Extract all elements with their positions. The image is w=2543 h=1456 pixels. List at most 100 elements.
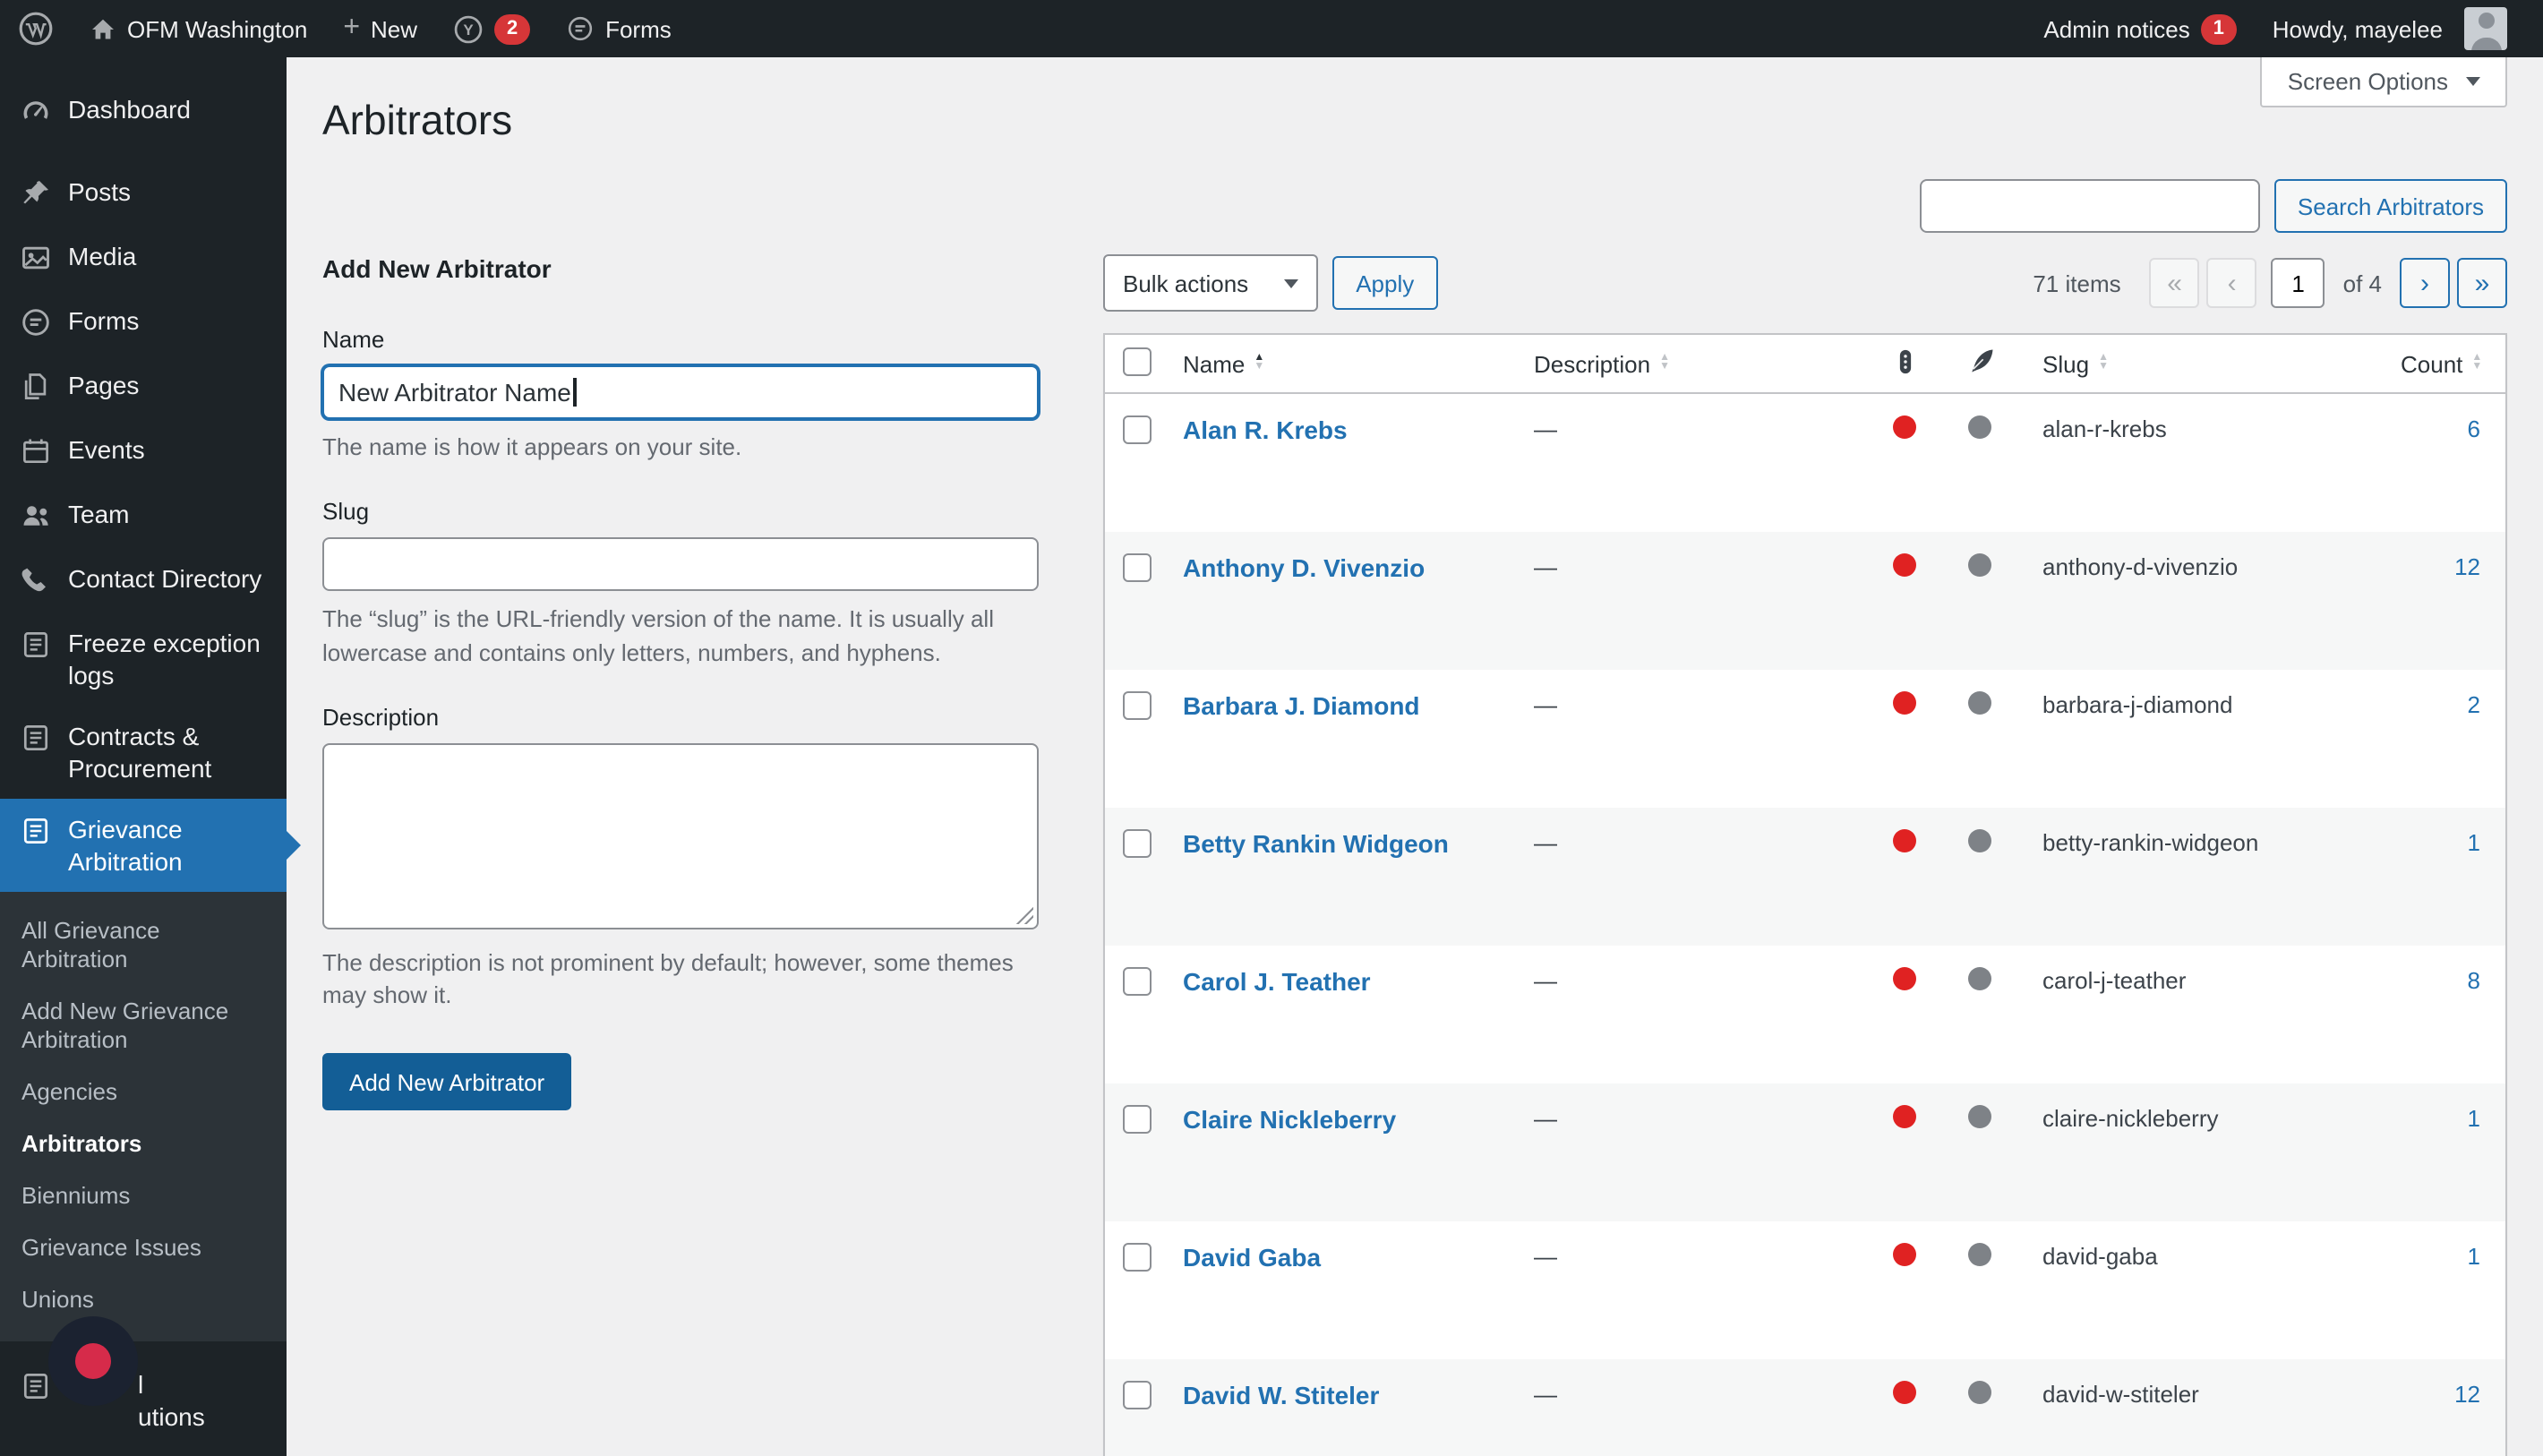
- sidebar-item-team[interactable]: Team: [0, 484, 287, 548]
- dots-column-icon: [1892, 347, 1917, 375]
- table-row: David W. Stiteler — david-w-stiteler 12: [1104, 1358, 2506, 1456]
- current-page-input[interactable]: [2271, 258, 2325, 308]
- search-input[interactable]: [1919, 179, 2260, 233]
- select-all-checkbox[interactable]: [1123, 347, 1152, 375]
- row-checkbox[interactable]: [1123, 966, 1152, 995]
- sidebar-item-contact-directory[interactable]: Contact Directory: [0, 548, 287, 612]
- count-column-label: Count: [2401, 350, 2463, 377]
- quill-column-icon: [1967, 347, 1994, 374]
- name-column-label: Name: [1183, 350, 1246, 377]
- name-input[interactable]: [322, 365, 1039, 419]
- slug-input[interactable]: [322, 536, 1039, 591]
- submenu-item-all-grievance-arbitration[interactable]: All Grievance Arbitration: [0, 906, 287, 987]
- arbitrator-name-link[interactable]: David Gaba: [1183, 1242, 1321, 1271]
- label-fragment-2: utions: [138, 1402, 205, 1431]
- arbitrator-name-link[interactable]: Claire Nickleberry: [1183, 1104, 1396, 1133]
- sidebar-item-freeze-exception-logs[interactable]: Freeze exception logs: [0, 612, 287, 706]
- page-title: Arbitrators: [322, 97, 513, 143]
- sidebar-item-forms[interactable]: Forms: [0, 290, 287, 355]
- wordpress-logo-menu[interactable]: [0, 0, 72, 57]
- submenu-item-add-new-grievance-arbitration[interactable]: Add New Grievance Arbitration: [0, 987, 287, 1067]
- sidebar-item-label: Forms: [68, 306, 140, 335]
- sidebar-item-posts[interactable]: Posts: [0, 161, 287, 226]
- home-icon: [90, 15, 116, 42]
- row-checkbox[interactable]: [1123, 828, 1152, 857]
- count-link[interactable]: 8: [2468, 966, 2480, 993]
- row-checkbox[interactable]: [1123, 1242, 1152, 1271]
- arbitrator-name-link[interactable]: David W. Stiteler: [1183, 1380, 1379, 1409]
- slug-cell: carol-j-teather: [2042, 966, 2187, 993]
- submenu-item-bienniums[interactable]: Bienniums: [0, 1171, 287, 1223]
- site-name-menu[interactable]: OFM Washington: [72, 0, 325, 57]
- sidebar-item-partially-hidden[interactable]: l utions: [0, 1354, 287, 1447]
- description-cell: —: [1534, 966, 1557, 993]
- menu-separator: [0, 143, 287, 161]
- bulk-actions-select[interactable]: Bulk actions: [1103, 254, 1319, 312]
- arbitrator-name-link[interactable]: Anthony D. Vivenzio: [1183, 552, 1425, 581]
- row-checkbox[interactable]: [1123, 1104, 1152, 1133]
- sidebar-item-label: Events: [68, 435, 145, 464]
- sidebar-item-dashboard[interactable]: Dashboard: [0, 79, 287, 143]
- my-account-menu[interactable]: Howdy, mayelee: [2255, 0, 2525, 57]
- screen-options-toggle[interactable]: Screen Options: [2260, 57, 2507, 107]
- sidebar-item-label: Team: [68, 500, 130, 528]
- sidebar-item-cba[interactable]: CBA: [0, 1447, 287, 1456]
- sidebar-item-media[interactable]: Media: [0, 226, 287, 290]
- sort-by-description-header[interactable]: Description ▲ ▼: [1534, 350, 1670, 377]
- sidebar-item-pages[interactable]: Pages: [0, 355, 287, 419]
- count-link[interactable]: 1: [2468, 1104, 2480, 1131]
- arbitrator-name-link[interactable]: Betty Rankin Widgeon: [1183, 828, 1449, 857]
- count-link[interactable]: 12: [2454, 1380, 2480, 1407]
- count-link[interactable]: 12: [2454, 552, 2480, 579]
- slug-cell: alan-r-krebs: [2042, 415, 2167, 442]
- sort-by-name-header[interactable]: Name ▲ ▼: [1183, 350, 1264, 377]
- description-cell: —: [1534, 1104, 1557, 1131]
- count-link[interactable]: 1: [2468, 828, 2480, 855]
- sort-by-count-header[interactable]: Count ▲ ▼: [2401, 350, 2482, 377]
- gravity-forms-icon: [566, 14, 595, 43]
- admin-notices-menu[interactable]: Admin notices 1: [2025, 0, 2254, 57]
- description-textarea[interactable]: [322, 742, 1039, 929]
- slug-cell: anthony-d-vivenzio: [2042, 552, 2239, 579]
- resize-handle-icon[interactable]: [1015, 905, 1033, 924]
- red-status-dot: [1892, 552, 1915, 576]
- sort-by-slug-header[interactable]: Slug ▲ ▼: [2042, 350, 2109, 377]
- red-status-dot: [1892, 690, 1915, 714]
- row-checkbox[interactable]: [1123, 1380, 1152, 1409]
- sidebar-item-contracts-procurement[interactable]: Contracts & Procurement: [0, 706, 287, 799]
- search-arbitrators-button[interactable]: Search Arbitrators: [2273, 179, 2507, 233]
- arbitrator-name-link[interactable]: Carol J. Teather: [1183, 966, 1371, 995]
- description-field-group: Description The description is not promi…: [322, 703, 1039, 1014]
- new-content-menu[interactable]: + New: [325, 0, 435, 57]
- arbitrator-name-link[interactable]: Barbara J. Diamond: [1183, 690, 1420, 719]
- row-checkbox[interactable]: [1123, 415, 1152, 444]
- description-label: Description: [322, 703, 440, 731]
- row-checkbox[interactable]: [1123, 690, 1152, 719]
- sidebar-item-events[interactable]: Events: [0, 419, 287, 484]
- sidebar-item-label: Contracts & Procurement: [68, 722, 212, 783]
- next-page-button[interactable]: ›: [2400, 258, 2450, 308]
- first-page-button: «: [2149, 258, 2200, 308]
- apply-button[interactable]: Apply: [1332, 256, 1438, 310]
- slug-label: Slug: [322, 497, 370, 525]
- previous-page-button: ‹: [2206, 258, 2257, 308]
- description-cell: —: [1534, 415, 1557, 442]
- count-link[interactable]: 6: [2468, 415, 2480, 442]
- count-link[interactable]: 2: [2468, 690, 2480, 717]
- forms-menu[interactable]: Forms: [548, 0, 689, 57]
- submenu-item-unions[interactable]: Unions: [0, 1275, 287, 1327]
- recording-indicator[interactable]: [48, 1316, 138, 1406]
- last-page-button[interactable]: »: [2457, 258, 2507, 308]
- sort-arrows-icon: ▲ ▼: [1659, 353, 1670, 373]
- row-checkbox[interactable]: [1123, 552, 1152, 581]
- red-status-dot: [1892, 1380, 1915, 1403]
- yoast-seo-menu[interactable]: Y 2: [435, 0, 548, 57]
- sidebar-item-grievance-arbitration[interactable]: Grievance Arbitration: [0, 799, 301, 892]
- count-link[interactable]: 1: [2468, 1242, 2480, 1269]
- name-field-group: Name The name is how it appears on your …: [322, 326, 1039, 466]
- submenu-item-grievance-issues[interactable]: Grievance Issues: [0, 1223, 287, 1275]
- arbitrator-name-link[interactable]: Alan R. Krebs: [1183, 415, 1348, 444]
- submenu-item-agencies[interactable]: Agencies: [0, 1067, 287, 1119]
- add-new-arbitrator-button[interactable]: Add New Arbitrator: [322, 1053, 572, 1111]
- submenu-item-arbitrators[interactable]: Arbitrators: [0, 1119, 287, 1171]
